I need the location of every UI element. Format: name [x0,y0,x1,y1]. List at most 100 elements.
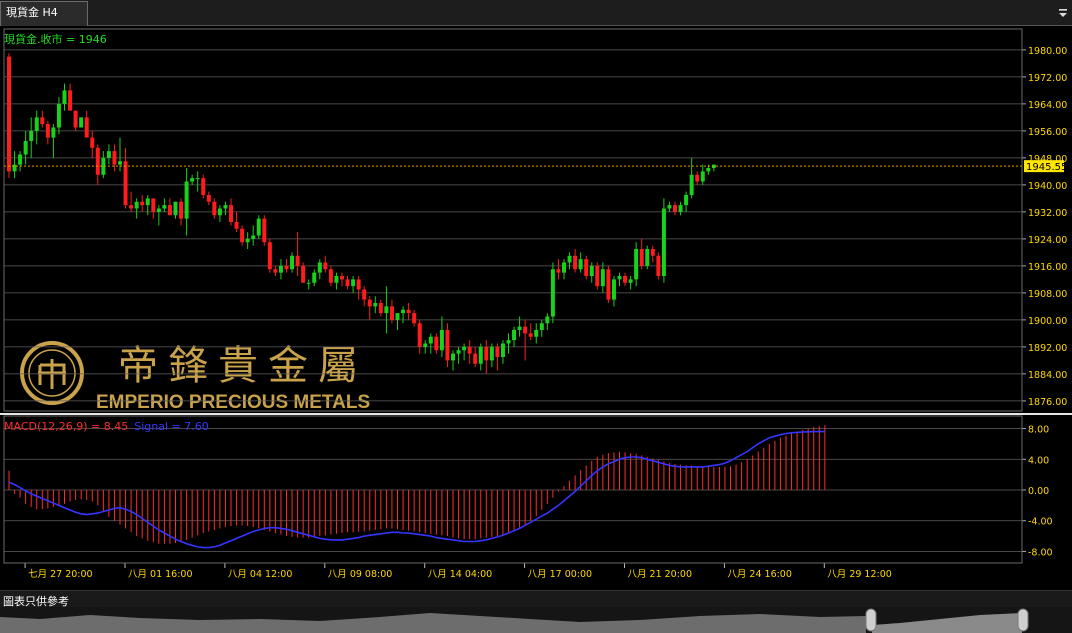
candle-body [506,340,511,344]
candle-body [12,164,17,172]
candle-body [639,249,644,266]
candle-body [223,205,228,209]
time-tick-label: 八月 14 04:00 [428,569,493,580]
candle-body [245,238,250,243]
candle-body [262,218,267,243]
candle-body [184,181,189,219]
macd-tick-label: 4.00 [1028,455,1049,466]
scroll-handle-left[interactable] [865,608,877,632]
candle-body [706,168,711,172]
candle-body [62,90,67,104]
chart-scrollbar[interactable] [0,607,1072,633]
candle-body [378,303,383,314]
candle-body [312,272,317,283]
candle-body [434,336,439,351]
macd-legend: MACD(12,26,9) = 8.45 Signal = 7.60 [4,420,209,433]
candle-body [578,259,583,270]
candle-body [362,289,367,300]
candle-body [451,353,455,361]
candle-body [650,249,655,256]
macd-axis: 8.00 4.00 0.00 -4.00 -8.00 [1022,425,1053,558]
candle-body [123,161,128,206]
macd-histogram [8,425,826,544]
candle-body [539,323,544,330]
candle-body [273,269,278,273]
candle-body [656,255,661,276]
candle-body [567,255,572,263]
candle-body [201,178,206,195]
candle-body [512,330,517,341]
watermark-logo: 帝鋒貴金屬 EMPERIO PRECIOUS METALS [20,341,370,413]
candle-body [112,151,117,165]
candle-body [173,201,178,216]
candle-body [584,259,589,276]
candle-body [206,195,211,202]
candle-body [367,299,372,307]
candle-body [573,255,578,270]
candle-body [678,205,683,212]
candle-body [167,205,172,216]
candle-body [284,265,289,270]
price-tick-label: 1884.00 [1028,370,1067,381]
candle-body [56,103,61,128]
macd-tick-label: -8.00 [1028,547,1053,558]
candle-body [323,262,328,270]
candle-body [428,336,433,344]
candle-body [79,117,84,128]
chart-area[interactable]: 帝鋒貴金屬 EMPERIO PRECIOUS METALS 1980.00 197… [0,27,1072,590]
price-tick-label: 1916.00 [1028,262,1067,273]
candle-body [278,265,283,273]
candle-body [500,343,505,357]
candle-body [545,316,550,324]
candle-body [334,276,339,283]
candle-body [23,141,28,155]
candle-body [456,350,461,354]
price-legend: 現貨金.收市 = 1946 [4,32,107,46]
candle-body [406,309,411,314]
candlestick-series [7,53,716,374]
candle-body [351,279,356,287]
candle-body [412,313,417,324]
time-tick-label: 八月 04 12:00 [228,569,293,580]
candle-body [562,262,566,273]
scroll-handle-right[interactable] [1017,608,1029,632]
candle-body [628,279,633,283]
tab-bar: 現貨金 H4 [0,0,1072,26]
candle-body [684,195,689,206]
time-tick-label: 八月 24 16:00 [727,569,792,580]
candle-body [179,201,184,219]
candle-body [290,255,295,270]
candle-body [151,198,156,212]
candle-body [240,228,245,243]
candle-body [140,201,145,206]
price-tick-label: 1876.00 [1028,397,1067,408]
candle-body [401,309,406,314]
price-tick-label: 1964.00 [1028,100,1067,111]
candle-body [134,201,139,209]
candle-body [306,282,311,284]
candle-body [523,326,528,334]
candle-body [445,330,450,361]
candle-body [695,174,700,182]
candle-body [534,330,539,337]
time-axis: 七月 27 20:00 八月 01 16:00 八月 04 12:00 八月 09 0… [24,563,892,580]
candle-body [600,269,605,287]
macd-tick-label: 0.00 [1028,486,1049,497]
candle-body [634,249,639,280]
candle-body [295,255,300,266]
candle-body [34,117,39,131]
watermark-chinese: 帝鋒貴金屬 [118,343,368,389]
candle-body [556,269,561,273]
footer-panel: 圖表只供參考 [0,590,1072,633]
tab-chart[interactable]: 現貨金 H4 [0,1,88,26]
time-tick-label: 八月 01 16:00 [128,569,193,580]
candle-body [595,265,600,287]
candle-body [667,205,672,209]
price-tick-label: 1908.00 [1028,289,1067,300]
time-tick-label: 八月 09 08:00 [328,569,393,580]
time-tick-label: 七月 27 20:00 [28,569,93,580]
candle-body [700,171,705,182]
candle-body [484,346,489,361]
chevron-down-icon[interactable] [1058,6,1068,20]
candle-body [389,306,394,320]
